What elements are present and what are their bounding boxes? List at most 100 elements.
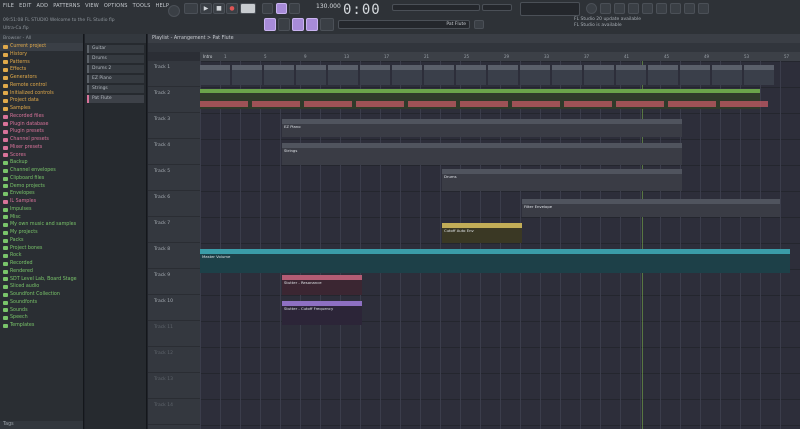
track-header[interactable]: Track 14 — [148, 399, 200, 425]
clip-cutoff-auto[interactable]: Cutoff Auto Env — [442, 223, 522, 243]
playlist-grid[interactable]: EZ Piano Strings Drums Filter Envelope C… — [200, 61, 800, 429]
view-piano-roll-button[interactable] — [600, 3, 611, 14]
browser-item[interactable]: Remote control — [0, 82, 83, 90]
clip-drum-fill[interactable] — [408, 101, 456, 107]
view-channel-rack-button[interactable] — [614, 3, 625, 14]
clip-strings[interactable]: Strings — [282, 143, 682, 165]
menu-tools[interactable]: TOOLS — [133, 3, 151, 9]
clip-drums[interactable]: Drums — [442, 169, 682, 191]
picker-item[interactable]: EZ Piano — [87, 75, 144, 83]
browser-item[interactable]: Misc — [0, 214, 83, 222]
menu-edit[interactable]: EDIT — [19, 3, 31, 9]
wait-input-button[interactable] — [276, 3, 287, 14]
track-header[interactable]: Track 4 — [148, 139, 200, 165]
track-header[interactable]: Track 9 — [148, 269, 200, 295]
browser-item[interactable]: IL Samples — [0, 198, 83, 206]
menu-file[interactable]: FILE — [3, 3, 14, 9]
picker-item[interactable]: Guitar — [87, 45, 144, 53]
view-browser-button[interactable] — [642, 3, 653, 14]
clip-master-volume[interactable]: Master Volume — [200, 249, 790, 273]
browser-item[interactable]: Scores — [0, 152, 83, 160]
picker-item[interactable]: Strings — [87, 85, 144, 93]
menu-add[interactable]: ADD — [36, 3, 48, 9]
clip-drum-fill[interactable] — [512, 101, 560, 107]
picker-item[interactable]: Pat Flute — [87, 95, 144, 103]
browser-item[interactable]: Effects — [0, 66, 83, 74]
clip-pattern[interactable] — [296, 65, 326, 85]
pattern-song-toggle[interactable] — [184, 3, 198, 14]
browser-item[interactable]: Current project — [0, 43, 83, 51]
track-header[interactable]: Track 2 — [148, 87, 200, 113]
marker-intro[interactable]: Intro — [203, 54, 212, 59]
pattern-mode-button[interactable] — [292, 18, 304, 31]
browser-tags[interactable]: Tags — [0, 421, 83, 429]
track-header[interactable]: Track 10 — [148, 295, 200, 321]
browser-item[interactable]: Demo projects — [0, 183, 83, 191]
track-header[interactable]: Track 13 — [148, 373, 200, 399]
playhead[interactable] — [642, 61, 643, 429]
clip-drum-fill[interactable] — [200, 101, 248, 107]
clip-pattern[interactable] — [744, 65, 774, 85]
clip-drum-fill[interactable] — [252, 101, 300, 107]
clip-stutter-cutoff[interactable]: Stutter - Cutoff Frequency — [282, 301, 362, 325]
clip-pattern[interactable] — [264, 65, 294, 85]
track-header[interactable]: Track 1 — [148, 61, 200, 87]
clip-ez-piano[interactable]: EZ Piano — [282, 119, 682, 137]
clip-filter-envelope[interactable]: Filter Envelope — [522, 199, 780, 217]
browser-item[interactable]: Speech — [0, 314, 83, 322]
clip-pattern[interactable] — [200, 65, 230, 85]
picker-item[interactable]: Drums 2 — [87, 65, 144, 73]
pattern-selector[interactable]: Pat Flute — [338, 20, 470, 29]
browser-item[interactable]: Recorded — [0, 260, 83, 268]
shop-button[interactable] — [698, 3, 709, 14]
browser-item[interactable]: Samples — [0, 105, 83, 113]
clip-pattern[interactable] — [616, 65, 646, 85]
track-header[interactable]: Track 3 — [148, 113, 200, 139]
browser-item[interactable]: Plugin presets — [0, 128, 83, 136]
browser-item[interactable]: Channel presets — [0, 136, 83, 144]
clip-pattern[interactable] — [520, 65, 550, 85]
clip-pattern[interactable] — [552, 65, 582, 85]
clip-pattern[interactable] — [648, 65, 678, 85]
browser-item[interactable]: Sliced audio — [0, 283, 83, 291]
metronome-button[interactable] — [262, 3, 273, 14]
track-header[interactable]: Track 12 — [148, 347, 200, 373]
record-button[interactable]: ● — [226, 3, 238, 14]
browser-item[interactable]: Rendered — [0, 268, 83, 276]
clip-pattern[interactable] — [584, 65, 614, 85]
clip-drum-fill[interactable] — [356, 101, 404, 107]
clip-pattern[interactable] — [392, 65, 422, 85]
view-video-button[interactable] — [684, 3, 695, 14]
track-header[interactable]: Track 7 — [148, 217, 200, 243]
timeline-ruler[interactable]: Intro 1 5 9 13 17 21 25 29 33 37 41 45 49 53 57 — [200, 52, 800, 61]
clip-pattern[interactable] — [232, 65, 262, 85]
browser-item[interactable]: Backup — [0, 159, 83, 167]
menu-help[interactable]: HELP — [156, 3, 170, 9]
browser-item[interactable]: Clipboard files — [0, 175, 83, 183]
track-header[interactable]: Track 11 — [148, 321, 200, 347]
tempo-value[interactable]: 130.000 — [316, 3, 341, 10]
browser-item[interactable]: Envelopes — [0, 190, 83, 198]
browser-item[interactable]: Channel envelopes — [0, 167, 83, 175]
clip-pattern[interactable] — [328, 65, 358, 85]
menu-options[interactable]: OPTIONS — [104, 3, 128, 9]
countdown-button[interactable] — [289, 3, 300, 14]
view-touch-keyboard-button[interactable] — [670, 3, 681, 14]
snap-tool[interactable] — [264, 18, 276, 31]
track-header[interactable]: Track 5 — [148, 165, 200, 191]
browser-item[interactable]: Impulses — [0, 206, 83, 214]
browser-header[interactable]: Browser - All — [0, 34, 83, 43]
browser-item[interactable]: Recorded files — [0, 113, 83, 121]
play-button[interactable]: ▶ — [200, 3, 212, 14]
browser-item[interactable]: Initialized controls — [0, 90, 83, 98]
clip-drum-fill[interactable] — [668, 101, 716, 107]
browser-item[interactable]: Generators — [0, 74, 83, 82]
view-plugin-picker-button[interactable] — [656, 3, 667, 14]
stop-button[interactable]: ■ — [213, 3, 225, 14]
clip-pattern[interactable] — [456, 65, 486, 85]
browser-item[interactable]: History — [0, 51, 83, 59]
browser-item[interactable]: SDT Level Lab, Board Stage — [0, 276, 83, 284]
picker-item[interactable]: Drums — [87, 55, 144, 63]
browser-item[interactable]: Soundfonts — [0, 299, 83, 307]
clip-pattern[interactable] — [424, 65, 454, 85]
